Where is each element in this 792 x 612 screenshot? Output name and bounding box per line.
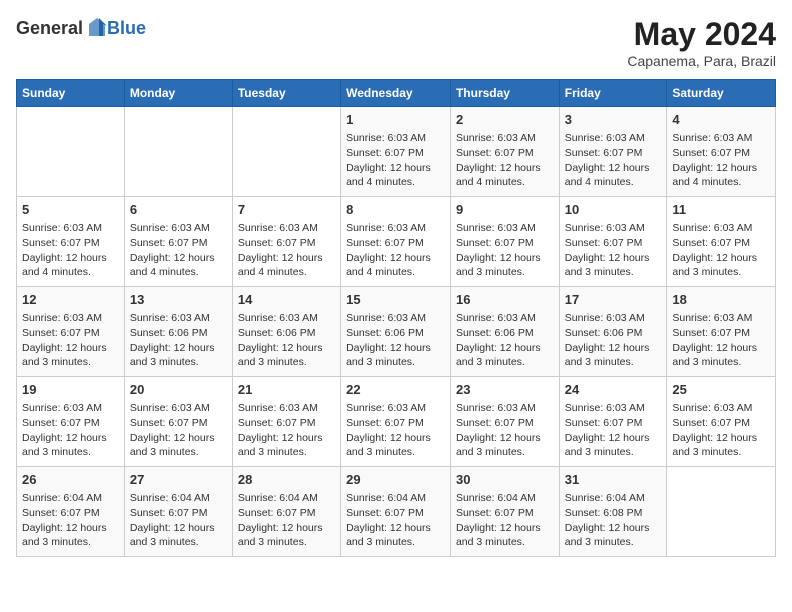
calendar-week-row: 19Sunrise: 6:03 AMSunset: 6:07 PMDayligh… [17,377,776,467]
day-number: 29 [346,471,445,489]
day-number: 20 [130,381,227,399]
calendar-cell: 19Sunrise: 6:03 AMSunset: 6:07 PMDayligh… [17,377,125,467]
calendar-cell: 30Sunrise: 6:04 AMSunset: 6:07 PMDayligh… [450,467,559,557]
calendar-day-header: Thursday [450,80,559,107]
day-number: 6 [130,201,227,219]
calendar-cell: 20Sunrise: 6:03 AMSunset: 6:07 PMDayligh… [124,377,232,467]
calendar-cell: 29Sunrise: 6:04 AMSunset: 6:07 PMDayligh… [341,467,451,557]
day-number: 18 [672,291,770,309]
calendar-table: SundayMondayTuesdayWednesdayThursdayFrid… [16,79,776,557]
calendar-cell: 11Sunrise: 6:03 AMSunset: 6:07 PMDayligh… [667,197,776,287]
day-number: 12 [22,291,119,309]
day-number: 22 [346,381,445,399]
calendar-cell: 26Sunrise: 6:04 AMSunset: 6:07 PMDayligh… [17,467,125,557]
calendar-cell: 3Sunrise: 6:03 AMSunset: 6:07 PMDaylight… [559,107,667,197]
day-number: 26 [22,471,119,489]
day-number: 28 [238,471,335,489]
calendar-day-header: Sunday [17,80,125,107]
calendar-cell: 16Sunrise: 6:03 AMSunset: 6:06 PMDayligh… [450,287,559,377]
calendar-cell: 21Sunrise: 6:03 AMSunset: 6:07 PMDayligh… [232,377,340,467]
calendar-cell: 8Sunrise: 6:03 AMSunset: 6:07 PMDaylight… [341,197,451,287]
day-number: 11 [672,201,770,219]
calendar-day-header: Tuesday [232,80,340,107]
calendar-cell [667,467,776,557]
day-number: 31 [565,471,662,489]
calendar-week-row: 26Sunrise: 6:04 AMSunset: 6:07 PMDayligh… [17,467,776,557]
calendar-cell: 7Sunrise: 6:03 AMSunset: 6:07 PMDaylight… [232,197,340,287]
calendar-cell: 1Sunrise: 6:03 AMSunset: 6:07 PMDaylight… [341,107,451,197]
location: Capanema, Para, Brazil [627,53,776,69]
calendar-cell: 17Sunrise: 6:03 AMSunset: 6:06 PMDayligh… [559,287,667,377]
calendar-cell: 4Sunrise: 6:03 AMSunset: 6:07 PMDaylight… [667,107,776,197]
calendar-cell: 25Sunrise: 6:03 AMSunset: 6:07 PMDayligh… [667,377,776,467]
page-header: General Blue May 2024 Capanema, Para, Br… [16,16,776,69]
calendar-day-header: Friday [559,80,667,107]
day-number: 15 [346,291,445,309]
calendar-cell [232,107,340,197]
day-number: 16 [456,291,554,309]
calendar-header-row: SundayMondayTuesdayWednesdayThursdayFrid… [17,80,776,107]
calendar-cell: 12Sunrise: 6:03 AMSunset: 6:07 PMDayligh… [17,287,125,377]
logo: General Blue [16,16,146,40]
day-number: 24 [565,381,662,399]
calendar-week-row: 5Sunrise: 6:03 AMSunset: 6:07 PMDaylight… [17,197,776,287]
calendar-day-header: Monday [124,80,232,107]
day-number: 27 [130,471,227,489]
logo-icon [85,16,109,40]
day-number: 19 [22,381,119,399]
day-number: 1 [346,111,445,129]
calendar-cell: 5Sunrise: 6:03 AMSunset: 6:07 PMDaylight… [17,197,125,287]
calendar-cell: 31Sunrise: 6:04 AMSunset: 6:08 PMDayligh… [559,467,667,557]
day-number: 13 [130,291,227,309]
calendar-day-header: Wednesday [341,80,451,107]
day-number: 5 [22,201,119,219]
calendar-day-header: Saturday [667,80,776,107]
calendar-cell: 15Sunrise: 6:03 AMSunset: 6:06 PMDayligh… [341,287,451,377]
day-number: 7 [238,201,335,219]
calendar-cell: 10Sunrise: 6:03 AMSunset: 6:07 PMDayligh… [559,197,667,287]
calendar-cell: 2Sunrise: 6:03 AMSunset: 6:07 PMDaylight… [450,107,559,197]
calendar-cell [17,107,125,197]
calendar-cell: 23Sunrise: 6:03 AMSunset: 6:07 PMDayligh… [450,377,559,467]
calendar-cell: 14Sunrise: 6:03 AMSunset: 6:06 PMDayligh… [232,287,340,377]
day-number: 25 [672,381,770,399]
day-number: 14 [238,291,335,309]
month-title: May 2024 [627,16,776,53]
calendar-cell [124,107,232,197]
logo-blue: Blue [107,18,146,39]
logo-general: General [16,18,83,39]
day-number: 3 [565,111,662,129]
calendar-week-row: 1Sunrise: 6:03 AMSunset: 6:07 PMDaylight… [17,107,776,197]
day-number: 10 [565,201,662,219]
day-number: 17 [565,291,662,309]
day-number: 23 [456,381,554,399]
calendar-cell: 6Sunrise: 6:03 AMSunset: 6:07 PMDaylight… [124,197,232,287]
calendar-cell: 24Sunrise: 6:03 AMSunset: 6:07 PMDayligh… [559,377,667,467]
calendar-cell: 27Sunrise: 6:04 AMSunset: 6:07 PMDayligh… [124,467,232,557]
calendar-cell: 18Sunrise: 6:03 AMSunset: 6:07 PMDayligh… [667,287,776,377]
day-number: 8 [346,201,445,219]
day-number: 2 [456,111,554,129]
day-number: 9 [456,201,554,219]
calendar-cell: 22Sunrise: 6:03 AMSunset: 6:07 PMDayligh… [341,377,451,467]
day-number: 21 [238,381,335,399]
day-number: 30 [456,471,554,489]
calendar-cell: 13Sunrise: 6:03 AMSunset: 6:06 PMDayligh… [124,287,232,377]
calendar-week-row: 12Sunrise: 6:03 AMSunset: 6:07 PMDayligh… [17,287,776,377]
day-number: 4 [672,111,770,129]
calendar-cell: 9Sunrise: 6:03 AMSunset: 6:07 PMDaylight… [450,197,559,287]
calendar-cell: 28Sunrise: 6:04 AMSunset: 6:07 PMDayligh… [232,467,340,557]
title-block: May 2024 Capanema, Para, Brazil [627,16,776,69]
